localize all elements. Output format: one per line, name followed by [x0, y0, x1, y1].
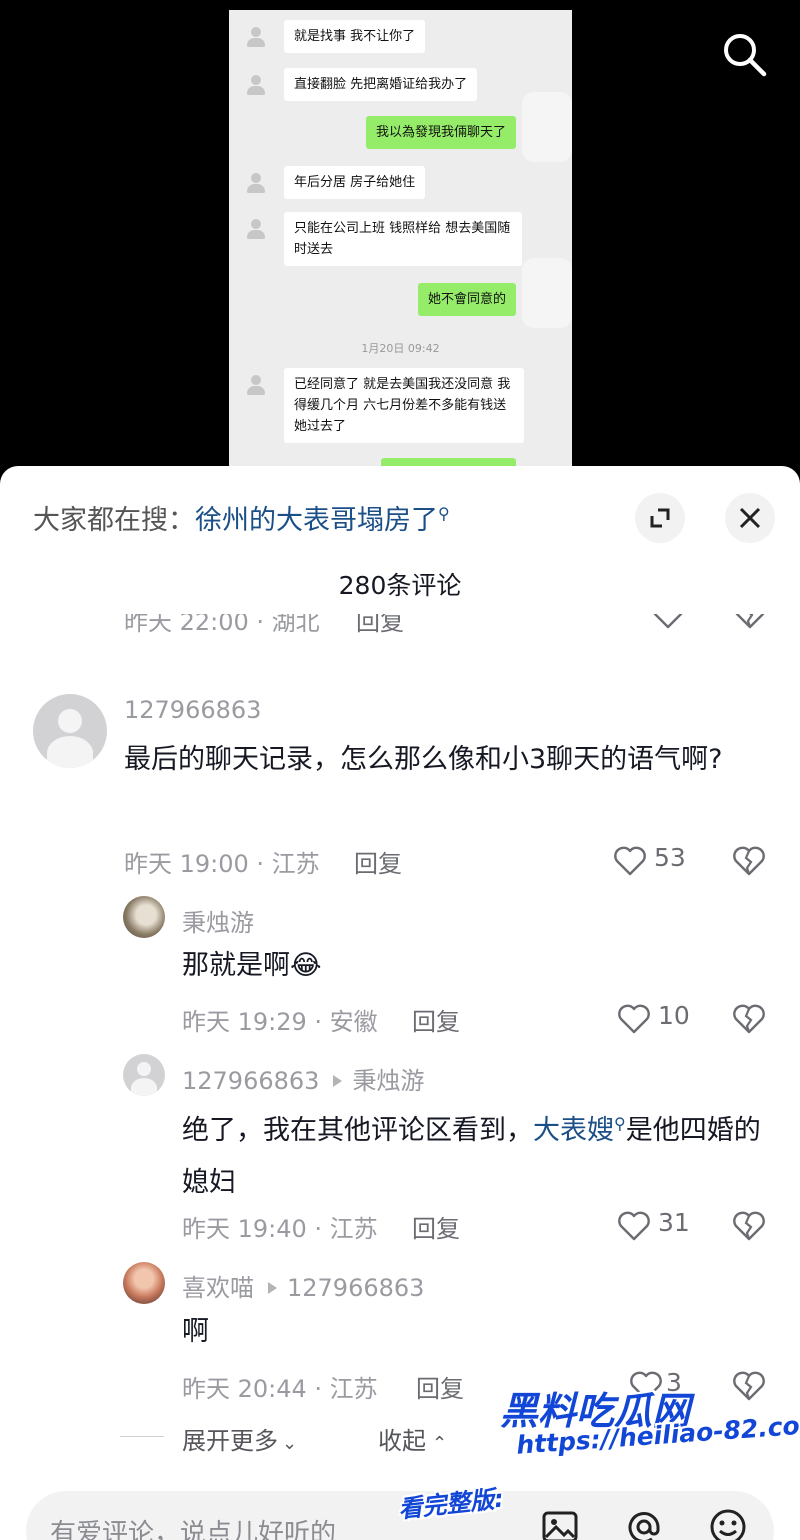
avatar[interactable] — [123, 1054, 165, 1096]
hot-search-link[interactable]: 徐州的大表哥塌房了 — [195, 505, 438, 536]
at-icon[interactable] — [622, 1505, 666, 1540]
reply-arrow-icon — [268, 1282, 277, 1294]
comment-input[interactable]: 有爱评论，说点儿好听的 — [50, 1513, 336, 1540]
heart-icon — [618, 1211, 650, 1241]
heart-icon[interactable] — [650, 614, 686, 632]
like-button[interactable]: 10 — [616, 998, 726, 1038]
hot-search-bar[interactable]: 大家都在搜：徐州的大表哥塌房了⚲ — [33, 498, 450, 537]
video-player[interactable]: 就是找事 我不让你了 直接翻脸 先把离婚证给我办了 我以為發現我倆聊天了 年后分… — [0, 0, 800, 500]
reply-button[interactable]: 回复 — [356, 614, 404, 637]
avatar[interactable] — [33, 694, 107, 768]
reply-arrow-icon — [333, 1075, 343, 1087]
chat-avatar — [245, 26, 267, 48]
reply-text-before: 绝了，我在其他评论区看到， — [182, 1115, 533, 1146]
reply-button[interactable]: 回复 — [416, 1369, 464, 1404]
chat-avatar — [245, 74, 267, 96]
reply-target-username[interactable]: 秉烛游 — [352, 1067, 424, 1095]
chat-bubble: 她不會同意的 — [417, 283, 516, 316]
chevron-up-icon: ⌃ — [432, 1433, 448, 1454]
comment-username[interactable]: 127966863 — [124, 696, 261, 724]
chat-bubble: 只能在公司上班 钱照样给 想去美国随时送去 — [284, 212, 522, 266]
reply-username[interactable]: 127966863 — [182, 1067, 319, 1095]
chat-watermark-shape — [522, 258, 572, 328]
chat-bubble: 我以為發現我倆聊天了 — [365, 116, 516, 149]
reply-username-line: 127966863 秉烛游 — [182, 1061, 424, 1096]
heart-icon — [618, 1004, 650, 1034]
divider — [120, 1436, 164, 1437]
expand-button[interactable] — [635, 493, 685, 543]
chat-timestamp: 1月20日 09:42 — [361, 342, 440, 355]
emoji-icon[interactable] — [706, 1505, 750, 1540]
reply-text: 啊 — [182, 1316, 209, 1347]
partial-comment-row: 昨天 22:00 · 湖北 回复 — [0, 614, 800, 648]
chat-avatar — [245, 374, 267, 396]
chat-bubble: 年后分居 房子给她住 — [284, 166, 426, 199]
search-icon[interactable] — [720, 30, 768, 78]
reply-text-body: 那就是啊 — [182, 950, 290, 981]
expand-more-button[interactable]: 展开更多 ⌄ — [182, 1421, 297, 1456]
reply-time-location: 昨天 19:40 · 江苏 — [182, 1215, 378, 1243]
like-count: 10 — [658, 1001, 690, 1030]
heart-icon — [614, 846, 646, 876]
like-count: 53 — [654, 843, 686, 872]
comment-time-location: 昨天 19:00 · 江苏 — [124, 850, 320, 878]
hot-search-prefix: 大家都在搜： — [33, 505, 195, 536]
chevron-down-icon: ⌄ — [282, 1433, 298, 1454]
reply-text: 绝了，我在其他评论区看到，大表嫂⚲是他四婚的媳妇 — [182, 1098, 772, 1209]
broken-heart-icon[interactable] — [731, 1208, 767, 1244]
reply-button[interactable]: 回复 — [412, 1209, 460, 1244]
like-button[interactable]: 31 — [616, 1205, 726, 1245]
broken-heart-icon[interactable] — [731, 843, 767, 879]
chat-avatar — [245, 218, 267, 240]
reply-text-link[interactable]: 大表嫂 — [533, 1115, 614, 1146]
reply-text: 那就是啊😂 — [182, 940, 322, 992]
comment-count-title: 280条评论 — [338, 571, 462, 600]
expand-icon — [650, 508, 670, 528]
reply-username[interactable]: 秉烛游 — [182, 903, 254, 938]
chat-bubble: 就是找事 我不让你了 — [284, 20, 426, 53]
reply-button[interactable]: 回复 — [412, 1002, 460, 1037]
reply-username[interactable]: 喜欢喵 — [182, 1274, 254, 1302]
chat-screenshot: 就是找事 我不让你了 直接翻脸 先把离婚证给我办了 我以為發現我倆聊天了 年后分… — [229, 10, 572, 480]
collapse-label: 收起 — [378, 1427, 426, 1455]
chat-avatar — [245, 172, 267, 194]
avatar[interactable] — [123, 1262, 165, 1304]
like-count: 31 — [658, 1208, 690, 1237]
chat-watermark-shape — [522, 92, 572, 162]
chat-bubble: 直接翻脸 先把离婚证给我办了 — [284, 68, 478, 101]
comment-panel: 大家都在搜：徐州的大表哥塌房了⚲ 280条评论 昨天 22:00 · 湖北 回复… — [0, 466, 800, 1540]
reply-time-location: 昨天 19:29 · 安徽 — [182, 1008, 378, 1036]
close-button[interactable] — [725, 493, 775, 543]
broken-heart-icon[interactable] — [731, 1368, 767, 1404]
chat-bubble: 已经同意了 就是去美国我还没同意 我得缓几个月 六七月份差不多能有钱送她过去了 — [284, 368, 524, 443]
reply-time-location: 昨天 20:44 · 江苏 — [182, 1375, 378, 1403]
image-icon[interactable] — [538, 1505, 582, 1540]
reply-button[interactable]: 回复 — [354, 844, 402, 879]
emoji-laugh-icon: 😂 — [290, 950, 322, 981]
reply-username-line: 喜欢喵 127966863 — [182, 1268, 424, 1303]
comment-text: 最后的聊天记录，怎么那么像和小3聊天的语气啊? — [124, 744, 723, 775]
avatar[interactable] — [123, 896, 165, 938]
close-icon — [739, 507, 761, 529]
like-button[interactable]: 53 — [612, 840, 722, 880]
search-small-icon: ⚲ — [438, 504, 450, 523]
search-small-icon: ⚲ — [614, 1114, 626, 1133]
comment-time-location: 昨天 22:00 · 湖北 — [124, 614, 320, 636]
broken-heart-icon[interactable] — [732, 614, 768, 632]
reply-target-username[interactable]: 127966863 — [287, 1274, 424, 1302]
collapse-button[interactable]: 收起 ⌃ — [378, 1421, 447, 1456]
broken-heart-icon[interactable] — [731, 1001, 767, 1037]
expand-more-label: 展开更多 — [182, 1427, 278, 1455]
